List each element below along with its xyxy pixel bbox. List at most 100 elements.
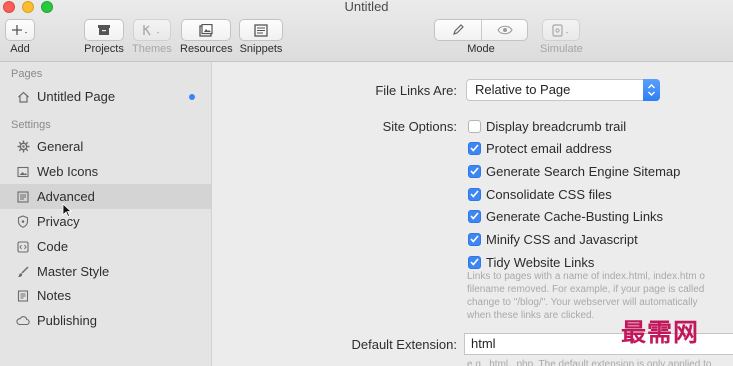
option-sitemap[interactable]: Generate Search Engine Sitemap xyxy=(468,162,680,180)
plus-icon xyxy=(12,25,27,35)
simulate-label: Simulate xyxy=(540,43,583,55)
sidebar-item-master-style[interactable]: Master Style xyxy=(0,259,211,284)
checkbox[interactable] xyxy=(468,119,481,133)
sidebar-item-label: Master Style xyxy=(37,264,110,279)
cloud-icon xyxy=(16,314,30,328)
sidebar-item-label: Code xyxy=(37,239,69,254)
snippets-label: Snippets xyxy=(239,43,283,55)
window-title: Untitled xyxy=(344,0,389,14)
option-label: Display breadcrumb trail xyxy=(486,118,627,134)
add-toolbar-item[interactable]: Add xyxy=(5,19,35,56)
option-minify[interactable]: Minify CSS and Javascript xyxy=(468,230,638,248)
checkbox[interactable] xyxy=(468,164,481,178)
checkmark-icon xyxy=(470,167,479,175)
sidebar-item-web-icons[interactable]: Web Icons xyxy=(0,159,211,184)
checkmark-icon xyxy=(470,258,479,266)
file-links-select[interactable]: Relative to Page xyxy=(466,79,660,101)
resources-button[interactable] xyxy=(181,19,232,41)
mouse-cursor-icon xyxy=(62,203,72,218)
mode-label: Mode xyxy=(467,43,495,55)
checkmark-icon xyxy=(470,212,479,220)
sidebar-item-notes[interactable]: Notes xyxy=(0,283,211,308)
help-line: Links to pages with a name of index.html… xyxy=(467,271,705,282)
file-links-value: Relative to Page xyxy=(475,82,571,97)
checkbox[interactable] xyxy=(468,232,481,246)
snippets-toolbar-item[interactable]: Snippets xyxy=(239,19,283,56)
checkmark-icon xyxy=(470,190,479,198)
shield-icon xyxy=(16,215,30,229)
home-icon xyxy=(16,90,30,104)
checkbox[interactable] xyxy=(468,255,481,269)
sidebar-item-privacy[interactable]: Privacy xyxy=(0,209,211,234)
default-extension-label: Default Extension: xyxy=(351,337,457,352)
notes-icon xyxy=(16,289,30,303)
themes-button[interactable] xyxy=(132,19,171,41)
projects-button[interactable] xyxy=(84,19,124,41)
sidebar-item-advanced[interactable]: Advanced xyxy=(0,184,211,209)
add-button[interactable] xyxy=(5,19,35,41)
simulate-button[interactable] xyxy=(542,19,581,41)
checkmark-icon xyxy=(470,144,479,152)
projects-toolbar-item[interactable]: Projects xyxy=(84,19,124,56)
option-label: Consolidate CSS files xyxy=(486,186,612,202)
resources-label: Resources xyxy=(180,43,233,55)
file-links-label: File Links Are: xyxy=(375,83,457,98)
image-icon xyxy=(16,165,30,179)
resources-icon xyxy=(199,23,213,37)
snippets-icon xyxy=(254,23,268,37)
sidebar-item-label: Privacy xyxy=(37,214,80,229)
checkbox[interactable] xyxy=(468,187,481,201)
code-icon xyxy=(16,240,30,254)
checkbox[interactable] xyxy=(468,209,481,223)
pages-section-header: Pages xyxy=(11,68,43,80)
default-extension-value: html xyxy=(471,336,496,351)
settings-section-header: Settings xyxy=(11,119,51,131)
site-options-label: Site Options: xyxy=(382,119,457,134)
sidebar-item-label: General xyxy=(37,139,84,154)
sidebar-item-label: Publishing xyxy=(37,313,97,328)
option-label: Protect email address xyxy=(486,140,612,156)
gear-icon xyxy=(16,140,30,154)
option-label: Generate Cache-Busting Links xyxy=(486,208,664,224)
option-cache-busting[interactable]: Generate Cache-Busting Links xyxy=(468,207,663,225)
edit-mode-button[interactable] xyxy=(435,20,481,40)
add-label: Add xyxy=(10,43,30,55)
option-label: Generate Search Engine Sitemap xyxy=(486,163,681,179)
sidebar-item-label: Untitled Page xyxy=(37,89,116,104)
sidebar-item-label: Advanced xyxy=(37,189,95,204)
help-line: filename removed. For example, if your p… xyxy=(467,284,705,295)
mode-toolbar-item: Mode xyxy=(434,19,528,56)
option-consolidate-css[interactable]: Consolidate CSS files xyxy=(468,185,612,203)
option-label: Minify CSS and Javascript xyxy=(486,231,638,247)
resources-toolbar-item[interactable]: Resources xyxy=(180,19,233,56)
extension-help-text: e.g. .html, .php. The default extension … xyxy=(467,359,712,366)
simulate-device-icon xyxy=(552,23,569,37)
checkmark-icon xyxy=(470,235,479,243)
sidebar-item-untitled-page[interactable]: Untitled Page xyxy=(0,84,211,109)
advanced-icon xyxy=(16,190,30,204)
pencil-icon xyxy=(453,24,464,35)
themes-toolbar-item[interactable]: Themes xyxy=(132,19,172,56)
option-protect-email[interactable]: Protect email address xyxy=(468,139,612,157)
sidebar-item-label: Notes xyxy=(37,288,71,303)
themes-icon xyxy=(143,25,159,36)
select-arrows-icon xyxy=(643,79,660,101)
help-line: change to "/blog/". Your webserver will … xyxy=(467,297,698,308)
mode-segmented-control[interactable] xyxy=(434,19,528,41)
option-tidy-links[interactable]: Tidy Website Links xyxy=(468,253,594,271)
projects-label: Projects xyxy=(84,43,124,55)
preview-mode-button[interactable] xyxy=(481,20,527,40)
sidebar-item-label: Web Icons xyxy=(37,164,99,179)
option-label: Tidy Website Links xyxy=(486,254,595,270)
themes-label: Themes xyxy=(132,43,172,55)
brush-icon xyxy=(16,265,30,279)
sidebar: Pages Untitled Page Settings General Web… xyxy=(0,62,212,366)
option-display-breadcrumb-trail[interactable]: Display breadcrumb trail xyxy=(468,117,626,135)
checkbox[interactable] xyxy=(468,141,481,155)
snippets-button[interactable] xyxy=(239,19,283,41)
sidebar-item-publishing[interactable]: Publishing xyxy=(0,308,211,333)
sidebar-item-code[interactable]: Code xyxy=(0,234,211,259)
simulate-toolbar-item[interactable]: Simulate xyxy=(540,19,583,56)
sidebar-item-general[interactable]: General xyxy=(0,134,211,159)
eye-icon xyxy=(496,25,513,35)
